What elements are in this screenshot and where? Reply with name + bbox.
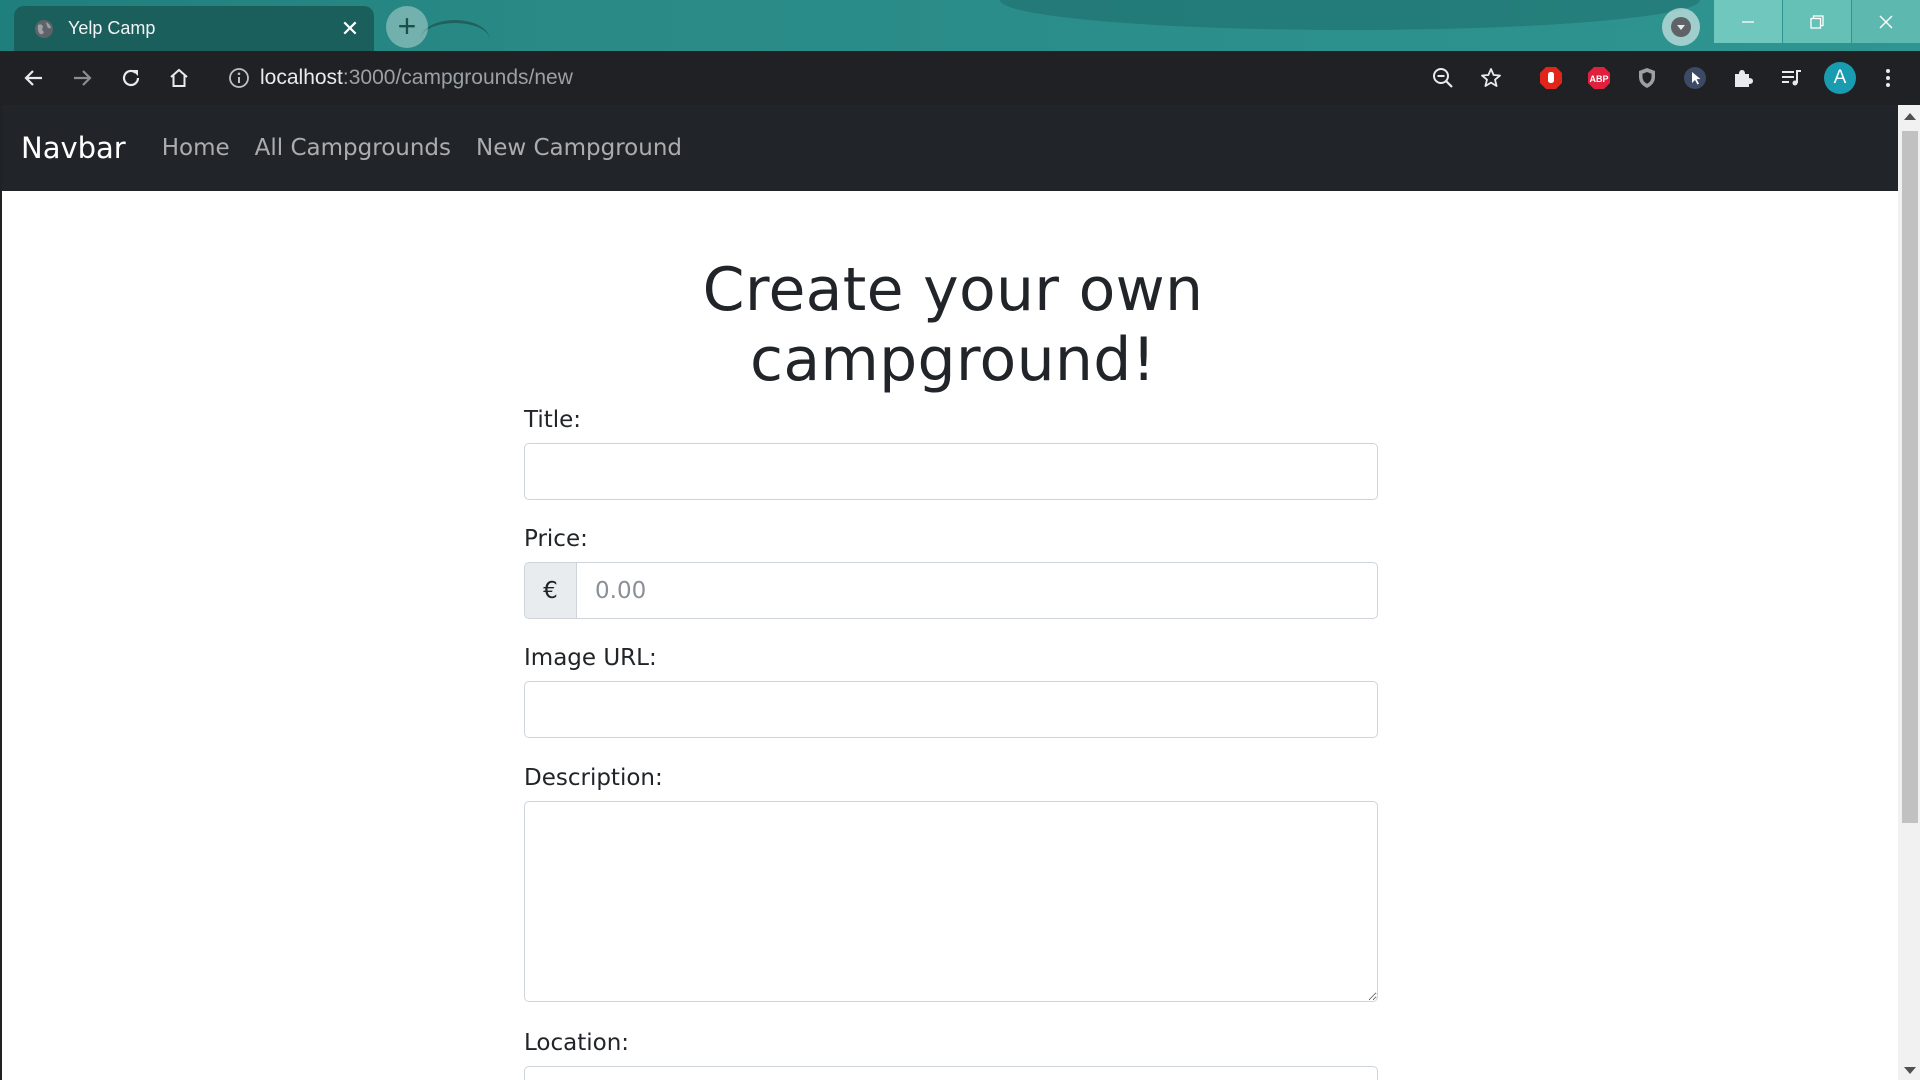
close-window-button[interactable] — [1852, 0, 1920, 43]
restore-icon — [1810, 14, 1824, 29]
browser-tab-strip: Yelp Camp ✕ + — [0, 0, 1920, 51]
description-label: Description: — [524, 765, 663, 791]
extension-shield[interactable] — [1633, 64, 1661, 92]
cursor-icon — [1684, 67, 1706, 89]
url-host: localhost — [260, 66, 343, 89]
url-path: :3000/campgrounds/new — [342, 66, 573, 89]
image-url-input[interactable] — [524, 681, 1378, 738]
globe-icon — [35, 19, 53, 38]
description-textarea[interactable] — [524, 801, 1378, 1002]
adblock-plus-label: ABP — [1589, 74, 1608, 84]
home-icon — [170, 68, 188, 87]
puzzle-icon — [1735, 70, 1753, 87]
nav-link-home[interactable]: Home — [162, 135, 230, 161]
bookmark-button[interactable] — [1477, 64, 1505, 92]
arrow-left-icon — [24, 70, 42, 86]
address-bar[interactable]: localhost:3000/campgrounds/new — [214, 58, 1434, 98]
close-tab-icon[interactable]: ✕ — [332, 17, 368, 40]
star-icon — [1481, 68, 1501, 87]
minimize-button[interactable] — [1714, 0, 1782, 43]
price-input-group: € — [524, 562, 1378, 619]
navbar-brand[interactable]: Navbar — [21, 131, 126, 165]
background-decoration — [420, 20, 490, 51]
close-icon — [1879, 15, 1893, 28]
chevron-down-icon — [1671, 17, 1691, 37]
adblock-plus-icon: ABP — [1588, 67, 1610, 89]
shield-icon — [1639, 68, 1655, 88]
restore-button[interactable] — [1783, 0, 1851, 43]
price-label: Price: — [524, 526, 588, 552]
location-input[interactable] — [524, 1066, 1378, 1080]
extension-adblock-plus[interactable]: ABP — [1585, 64, 1613, 92]
scroll-down-icon[interactable] — [1904, 1067, 1916, 1074]
nav-link-all-campgrounds[interactable]: All Campgrounds — [255, 135, 451, 161]
image-url-label: Image URL: — [524, 645, 657, 671]
tab-title: Yelp Camp — [68, 18, 156, 38]
playlist-icon — [1782, 70, 1801, 86]
reload-icon — [122, 69, 140, 87]
browser-toolbar: localhost:3000/campgrounds/new ABP A — [0, 51, 1920, 105]
info-icon — [229, 68, 249, 88]
title-input[interactable] — [524, 443, 1378, 500]
background-decoration — [1000, 0, 1700, 30]
scroll-up-icon[interactable] — [1904, 113, 1916, 120]
home-button[interactable] — [155, 51, 203, 105]
nav-link-new-campground[interactable]: New Campground — [476, 135, 682, 161]
new-tab-button[interactable]: + — [386, 6, 428, 48]
page-viewport: Navbar Home All Campgrounds New Campgrou… — [0, 105, 1920, 1080]
page-title: Create your own campground! — [702, 255, 1204, 395]
zoom-out-icon — [1433, 68, 1453, 88]
price-input[interactable] — [576, 562, 1378, 619]
page-scrollbar[interactable] — [1898, 105, 1920, 1080]
back-button[interactable] — [10, 51, 58, 105]
stop-hand-icon — [1540, 67, 1562, 89]
currency-prefix: € — [524, 562, 576, 619]
minimize-icon — [1742, 20, 1754, 23]
zoom-button[interactable] — [1429, 64, 1457, 92]
media-control-button[interactable] — [1777, 64, 1805, 92]
scrollbar-thumb[interactable] — [1902, 131, 1918, 823]
site-navbar: Navbar Home All Campgrounds New Campgrou… — [2, 105, 1898, 191]
arrow-right-icon — [74, 70, 92, 86]
url-text: localhost:3000/campgrounds/new — [260, 66, 573, 90]
tab-search-button[interactable] — [1662, 8, 1700, 46]
browser-menu-button[interactable] — [1874, 64, 1902, 92]
extension-ublock[interactable] — [1537, 64, 1565, 92]
reload-button[interactable] — [107, 51, 155, 105]
location-label: Location: — [524, 1030, 630, 1056]
new-campground-form: Create your own campground! Title: Price… — [524, 255, 1378, 1080]
extensions-button[interactable] — [1729, 64, 1757, 92]
forward-button[interactable] — [58, 51, 106, 105]
browser-tab[interactable]: Yelp Camp ✕ — [14, 6, 374, 51]
profile-avatar[interactable]: A — [1824, 62, 1856, 94]
title-label: Title: — [524, 407, 582, 433]
more-vertical-icon — [1886, 69, 1890, 87]
extension-cursor[interactable] — [1681, 64, 1709, 92]
